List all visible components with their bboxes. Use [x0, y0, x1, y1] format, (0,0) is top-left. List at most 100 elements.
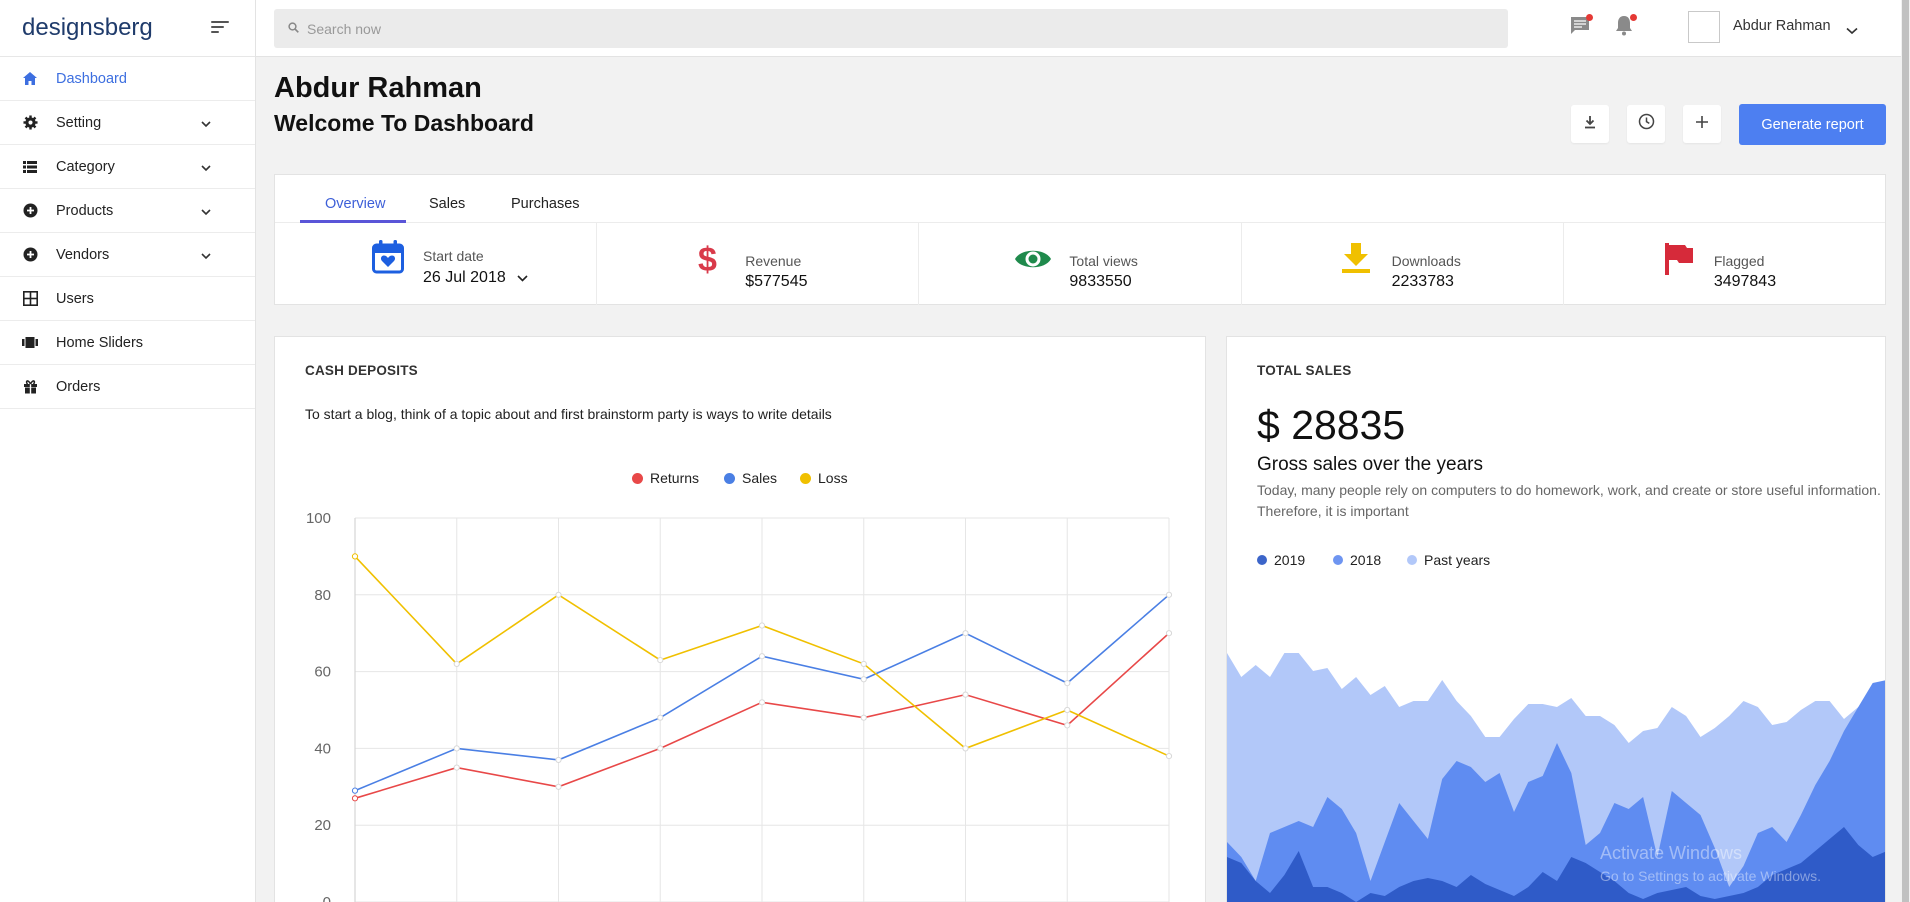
data-point-sales [1064, 680, 1071, 687]
chevron-down-icon [201, 204, 211, 220]
data-point-returns [351, 795, 359, 802]
download-icon [1583, 115, 1597, 134]
dollar-icon: $ [698, 241, 720, 281]
data-point-sales [351, 787, 359, 794]
data-point-returns [1165, 630, 1173, 637]
sidebar-item-category[interactable]: Category [0, 145, 255, 189]
data-point-returns [758, 699, 766, 706]
sidebar-item-label: Setting [56, 114, 102, 131]
data-point-loss [555, 591, 562, 598]
sidebar-item-label: Dashboard [56, 70, 127, 87]
messages-icon[interactable] [1569, 14, 1593, 38]
data-point-sales [555, 756, 562, 764]
card-title: TOTAL SALES [1257, 363, 1352, 378]
y-tick-label: 60 [314, 664, 331, 681]
user-name[interactable]: Abdur Rahman [1733, 18, 1831, 34]
data-point-loss [1165, 752, 1173, 760]
start-date-select[interactable]: 26 Jul 2018 [423, 269, 528, 287]
sidebar-item-label: Home Sliders [56, 334, 144, 351]
tab-overview[interactable]: Overview [325, 196, 385, 212]
data-point-loss [657, 656, 664, 664]
avatar[interactable] [1688, 11, 1720, 43]
sidebar-nav: Dashboard Setting Category Products Vend… [0, 57, 255, 409]
gear-icon [22, 115, 38, 131]
add-button[interactable] [1683, 105, 1721, 143]
legend-label: 2018 [1350, 552, 1382, 568]
sidebar-item-setting[interactable]: Setting [0, 101, 255, 145]
calendar-icon [372, 240, 404, 279]
page-subtitle: Welcome To Dashboard [274, 110, 534, 136]
notification-dot [1586, 14, 1593, 21]
y-tick-label: 20 [314, 817, 331, 834]
eye-icon [1014, 246, 1052, 277]
stat-revenue: $ Revenue $577545 [597, 223, 920, 305]
sidebar-item-home-sliders[interactable]: Home Sliders [0, 321, 255, 365]
chevron-down-icon[interactable] [1846, 22, 1858, 40]
legend-label: Past years [1424, 552, 1491, 568]
search-icon [288, 20, 299, 38]
stats-row: Start date 26 Jul 2018 $ Revenue $577545… [275, 223, 1885, 305]
bell-icon[interactable] [1613, 14, 1637, 38]
download-icon [1341, 243, 1370, 279]
cash-deposits-card: CASH DEPOSITS To start a blog, think of … [274, 336, 1206, 902]
y-tick-label: 100 [306, 510, 331, 527]
data-point-returns [962, 691, 969, 698]
sidebar-item-orders[interactable]: Orders [0, 365, 255, 409]
sidebar-item-vendors[interactable]: Vendors [0, 233, 255, 277]
total-sales-chart [1227, 653, 1885, 902]
data-point-returns [1064, 722, 1071, 729]
data-point-loss [860, 660, 867, 668]
stat-value: 3497843 [1713, 273, 1777, 290]
page-scrollbar[interactable] [1901, 0, 1910, 902]
tab-sales[interactable]: Sales [429, 196, 465, 212]
stats-card: Overview Sales Purchases Start date 26 J… [274, 174, 1886, 305]
sidebar-item-label: Users [56, 290, 94, 307]
flag-icon [1664, 243, 1693, 280]
list-icon [22, 159, 38, 175]
legend-past-years[interactable]: Past years [1407, 552, 1490, 568]
tab-bar: Overview Sales Purchases [275, 175, 1885, 223]
legend-dot [1257, 555, 1267, 565]
legend-2019[interactable]: 2019 [1257, 552, 1305, 568]
legend-2018[interactable]: 2018 [1333, 552, 1381, 568]
chevron-down-icon [517, 269, 528, 286]
download-button[interactable] [1571, 105, 1609, 143]
search-input[interactable] [307, 20, 1487, 37]
stat-total-views: Total views 9833550 [919, 223, 1242, 305]
history-button[interactable] [1627, 105, 1665, 143]
brand-bar: designsberg [0, 0, 255, 57]
scrollbar-thumb[interactable] [1902, 0, 1909, 902]
brand-logo[interactable]: designsberg [22, 14, 153, 42]
plus-icon [1695, 115, 1709, 134]
total-sales-amount: $ 28835 [1257, 402, 1406, 448]
sidebar-item-products[interactable]: Products [0, 189, 255, 233]
windows-watermark-title: Activate Windows [1600, 843, 1743, 863]
data-point-returns [860, 714, 867, 721]
stat-label: Revenue [745, 253, 802, 269]
data-point-loss [351, 553, 359, 560]
page-title: Abdur Rahman [274, 72, 482, 104]
sidebar: designsberg Dashboard Setting Category P… [0, 0, 256, 902]
plus-circle-icon [22, 203, 38, 219]
data-point-sales [962, 630, 969, 637]
data-point-returns [657, 745, 664, 752]
notification-dot [1630, 14, 1637, 21]
data-point-sales [453, 745, 460, 752]
total-sales-card: TOTAL SALES $ 28835 Gross sales over the… [1226, 336, 1886, 902]
generate-report-button[interactable]: Generate report [1739, 104, 1886, 145]
stat-value: 2233783 [1391, 273, 1454, 290]
menu-toggle-icon[interactable] [211, 21, 231, 35]
gross-sales-heading: Gross sales over the years [1257, 454, 1483, 475]
sidebar-item-dashboard[interactable]: Dashboard [0, 57, 255, 101]
tab-purchases[interactable]: Purchases [511, 196, 580, 212]
plus-circle-icon [22, 247, 38, 263]
data-point-sales [657, 714, 664, 721]
chevron-down-icon [201, 248, 211, 264]
sidebar-item-users[interactable]: Users [0, 277, 255, 321]
home-icon [22, 71, 38, 87]
data-point-sales [1165, 591, 1173, 598]
stat-downloads: Downloads 2233783 [1242, 223, 1564, 305]
gross-sales-description: Today, many people rely on computers to … [1257, 482, 1881, 519]
grid-icon [22, 291, 38, 307]
legend-dot [1333, 555, 1343, 565]
